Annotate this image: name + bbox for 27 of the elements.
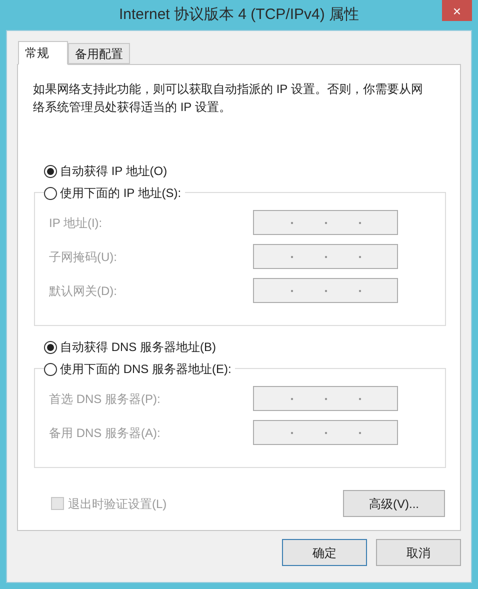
- radio-label: 使用下面的 DNS 服务器地址(E):: [60, 361, 232, 378]
- tab[interactable]: 常规: [18, 41, 68, 65]
- window-title: Internet 协议版本 4 (TCP/IPv4) 属性: [118, 4, 360, 25]
- field-label: 默认网关(D):: [48, 282, 118, 300]
- dialog-button[interactable]: 取消: [376, 539, 461, 566]
- field-label: 首选 DNS 服务器(P):: [48, 390, 162, 408]
- radio-button[interactable]: [44, 186, 57, 200]
- radio-label: 使用下面的 IP 地址(S):: [60, 185, 182, 202]
- checkbox-label: 退出时验证设置(L): [68, 496, 167, 512]
- ip-address-field[interactable]: [253, 244, 398, 269]
- ip-address-field[interactable]: [253, 420, 398, 445]
- radio-button[interactable]: [44, 340, 57, 354]
- description-text: 如果网络支持此功能，则可以获取自动指派的 IP 设置。否则，你需要从网络系统管理员处获得适当的 IP 设置。: [32, 81, 424, 116]
- field-label: IP 地址(I):: [48, 214, 104, 232]
- field-label: 备用 DNS 服务器(A):: [48, 424, 162, 442]
- ip-address-field[interactable]: [253, 210, 398, 235]
- radio-button[interactable]: [44, 164, 57, 178]
- radio-button[interactable]: [44, 362, 57, 376]
- radio-label: 自动获得 IP 地址(O): [60, 163, 168, 180]
- tab[interactable]: 备用配置: [68, 43, 130, 64]
- dialog-button[interactable]: 确定: [282, 539, 367, 566]
- close-button[interactable]: ×: [442, 0, 472, 21]
- advanced-button[interactable]: 高级(V)...: [343, 490, 445, 517]
- radio-label: 自动获得 DNS 服务器地址(B): [60, 339, 216, 356]
- field-label: 子网掩码(U):: [48, 248, 118, 266]
- ip-address-field[interactable]: [253, 386, 398, 411]
- ip-address-field[interactable]: [253, 278, 398, 303]
